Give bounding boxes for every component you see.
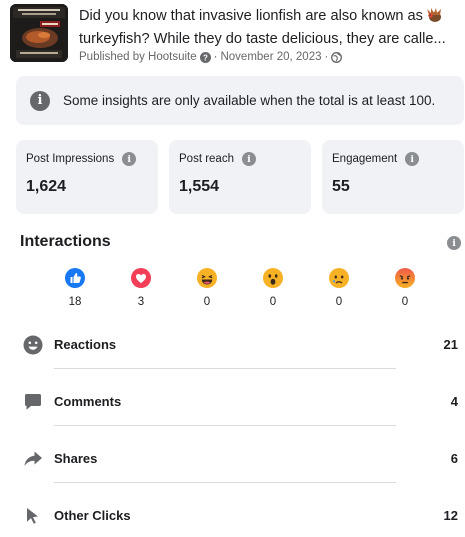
- metric-row-reactions[interactable]: Reactions 21: [22, 330, 460, 360]
- question-icon[interactable]: ?: [199, 51, 211, 63]
- smiley-icon: [22, 334, 44, 356]
- divider: [54, 368, 396, 369]
- reaction-count: 0: [401, 296, 409, 308]
- meta-separator-1: ·: [213, 51, 218, 63]
- metric-value: 12: [443, 508, 458, 523]
- reaction-sad: 0: [324, 268, 354, 308]
- globe-icon: [331, 51, 343, 63]
- stat-label-reach: Post reach: [179, 153, 234, 165]
- wow-icon: [263, 268, 283, 288]
- cursor-icon: [22, 505, 44, 527]
- reaction-like: 18: [60, 268, 90, 308]
- reaction-count: 0: [203, 296, 211, 308]
- reaction-count: 0: [335, 296, 343, 308]
- stats-cards: Post Impressions i 1,624 Post reach i 1,55…: [16, 140, 464, 214]
- metric-label: Comments: [54, 394, 122, 409]
- stat-value-reach: 1,554: [179, 178, 220, 195]
- reaction-angry: 0: [390, 268, 420, 308]
- reaction-count: 18: [68, 296, 82, 308]
- post-thumbnail[interactable]: [10, 4, 68, 62]
- svg-text:?: ?: [203, 53, 208, 62]
- share-arrow-icon: [22, 448, 44, 470]
- reaction-count: 3: [137, 296, 145, 308]
- metric-value: 4: [450, 394, 458, 409]
- divider: [54, 482, 396, 483]
- metric-value: 6: [450, 451, 458, 466]
- sad-icon: [329, 268, 349, 288]
- stat-card-engagement: Engagement i 55: [322, 140, 464, 214]
- love-icon: [131, 268, 151, 288]
- info-icon: i: [30, 90, 50, 111]
- comment-bubble-icon: [22, 391, 44, 413]
- post-text-line-1: Did you know that invasive lionfish are …: [79, 8, 423, 24]
- metric-value: 21: [443, 337, 458, 352]
- metric-row-comments[interactable]: Comments 4: [22, 387, 460, 417]
- metric-label: Reactions: [54, 337, 117, 352]
- info-icon[interactable]: i: [447, 236, 461, 250]
- metric-label: Shares: [54, 451, 98, 466]
- reactions-row: 18 3 0 0 0 0: [60, 268, 430, 312]
- insights-notice: i Some insights are only available when …: [16, 76, 464, 125]
- metric-row-shares[interactable]: Shares 6: [22, 444, 460, 474]
- interactions-title: Interactions: [20, 233, 111, 250]
- reaction-haha: 0: [192, 268, 222, 308]
- turkey-emoji-icon: [426, 7, 443, 29]
- reaction-wow: 0: [258, 268, 288, 308]
- post-meta: Published by Hootsuite ? · November 20, …: [79, 51, 343, 63]
- metric-row-other-clicks[interactable]: Other Clicks 12: [22, 501, 460, 531]
- divider: [54, 425, 396, 426]
- stat-card-reach: Post reach i 1,554: [169, 140, 311, 214]
- info-icon[interactable]: i: [122, 152, 137, 166]
- metric-label: Other Clicks: [54, 508, 131, 523]
- post-date: November 20, 2023: [220, 51, 322, 63]
- notice-text: Some insights are only available when th…: [63, 93, 436, 108]
- angry-icon: [395, 268, 415, 288]
- stat-label-engagement: Engagement: [332, 153, 398, 165]
- info-icon[interactable]: i: [405, 152, 420, 166]
- reaction-love: 3: [126, 268, 156, 308]
- post-text-line-2: turkeyfish? While they do taste deliciou…: [79, 31, 446, 47]
- post-text[interactable]: Did you know that invasive lionfish are …: [79, 6, 463, 49]
- reaction-count: 0: [269, 296, 277, 308]
- like-icon: [65, 268, 85, 288]
- haha-icon: [197, 268, 217, 288]
- meta-separator-2: ·: [324, 51, 329, 63]
- stat-card-impressions: Post Impressions i 1,624: [16, 140, 158, 214]
- publisher-label: Published by Hootsuite: [79, 51, 197, 63]
- stat-label-impressions: Post Impressions: [26, 153, 115, 165]
- stat-value-engagement: 55: [332, 178, 350, 195]
- info-icon[interactable]: i: [241, 152, 256, 166]
- stat-value-impressions: 1,624: [26, 178, 67, 195]
- post-header: Did you know that invasive lionfish are …: [10, 4, 460, 66]
